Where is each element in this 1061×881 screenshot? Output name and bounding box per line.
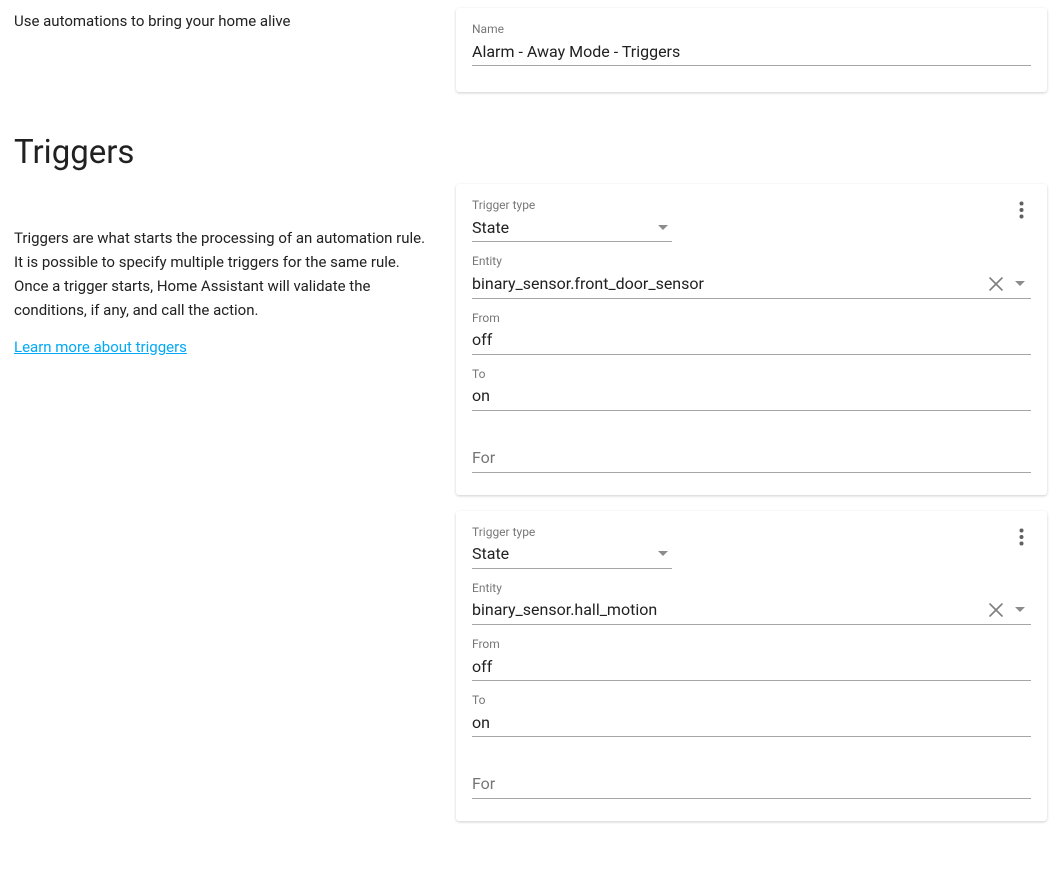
entity-label: Entity <box>472 581 1031 597</box>
to-label: To <box>472 367 1031 383</box>
name-label: Name <box>472 22 1031 38</box>
for-input[interactable] <box>472 773 1031 795</box>
for-input[interactable] <box>472 447 1031 469</box>
chevron-down-icon <box>654 551 672 557</box>
close-icon[interactable] <box>985 603 1007 617</box>
from-label: From <box>472 311 1031 327</box>
more-vert-icon <box>1019 201 1024 219</box>
to-input[interactable] <box>472 712 1031 734</box>
name-card: Name <box>456 8 1047 92</box>
trigger-type-label: Trigger type <box>472 525 1031 541</box>
intro-text: Use automations to bring your home alive <box>14 10 426 33</box>
entity-combobox[interactable]: binary_sensor.hall_motion <box>472 598 1031 625</box>
chevron-down-icon[interactable] <box>1009 607 1031 613</box>
to-input[interactable] <box>472 385 1031 407</box>
entity-value: binary_sensor.front_door_sensor <box>472 273 985 295</box>
trigger-card: Trigger type State Entity binary_sensor.… <box>456 184 1047 494</box>
from-input[interactable] <box>472 329 1031 351</box>
from-input[interactable] <box>472 656 1031 678</box>
trigger-type-select[interactable]: State <box>472 216 672 243</box>
chevron-down-icon <box>654 225 672 231</box>
to-label: To <box>472 693 1031 709</box>
trigger-type-label: Trigger type <box>472 198 1031 214</box>
entity-label: Entity <box>472 254 1031 270</box>
triggers-description: Triggers are what starts the processing … <box>14 226 426 322</box>
entity-combobox[interactable]: binary_sensor.front_door_sensor <box>472 272 1031 299</box>
from-label: From <box>472 637 1031 653</box>
learn-more-link[interactable]: Learn more about triggers <box>14 338 187 356</box>
more-vert-icon <box>1019 528 1024 546</box>
trigger-type-select[interactable]: State <box>472 542 672 569</box>
trigger-menu-button[interactable] <box>1007 196 1035 224</box>
entity-value: binary_sensor.hall_motion <box>472 599 985 621</box>
name-input[interactable] <box>472 41 1031 63</box>
triggers-heading: Triggers <box>14 133 426 173</box>
trigger-type-value: State <box>472 543 654 565</box>
chevron-down-icon[interactable] <box>1009 281 1031 287</box>
trigger-card: Trigger type State Entity binary_sensor.… <box>456 511 1047 821</box>
trigger-type-value: State <box>472 217 654 239</box>
trigger-menu-button[interactable] <box>1007 523 1035 551</box>
close-icon[interactable] <box>985 277 1007 291</box>
